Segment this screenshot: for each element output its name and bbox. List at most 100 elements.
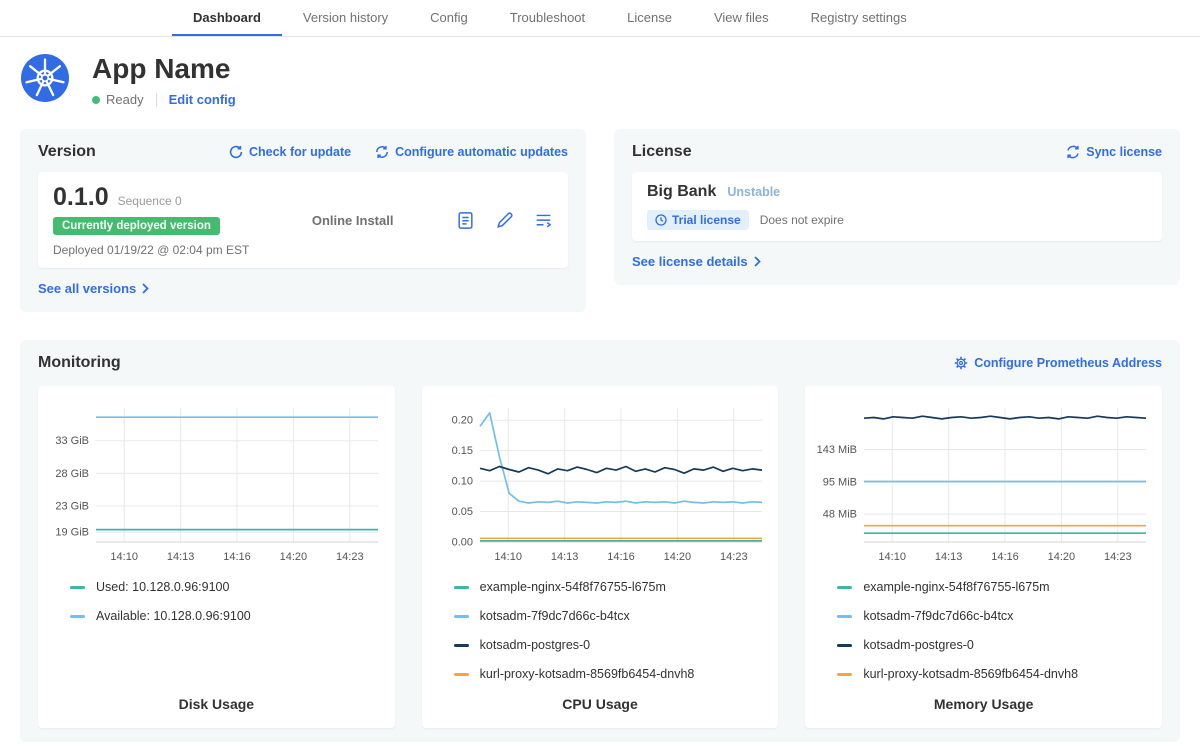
svg-text:14:13: 14:13 <box>167 551 195 563</box>
legend-swatch <box>454 644 469 647</box>
legend-label: kotsadm-7f9dc7d66c-b4tcx <box>863 609 1013 623</box>
legend-label: Available: 10.128.0.96:9100 <box>96 609 251 623</box>
legend-item: Available: 10.128.0.96:9100 <box>70 609 387 623</box>
legend-item: kotsadm-postgres-0 <box>837 638 1154 652</box>
memory-usage-legend: example-nginx-54f8f76755-l675m kotsadm-7f… <box>837 580 1154 696</box>
tab-dashboard[interactable]: Dashboard <box>172 0 282 36</box>
tab-view-files[interactable]: View files <box>693 0 790 36</box>
configure-automatic-updates-button[interactable]: Configure automatic updates <box>375 145 568 159</box>
trial-license-badge: Trial license <box>647 210 749 230</box>
svg-text:14:16: 14:16 <box>607 551 635 563</box>
tab-license[interactable]: License <box>606 0 693 36</box>
app-header: App Name Ready Edit config <box>0 37 1200 129</box>
deployed-badge: Currently deployed version <box>53 217 220 235</box>
svg-text:0.15: 0.15 <box>452 445 473 457</box>
see-all-versions-link[interactable]: See all versions <box>38 281 149 296</box>
version-number: 0.1.0 <box>53 183 109 212</box>
legend-swatch <box>837 673 852 676</box>
divider <box>156 93 157 107</box>
legend-item: example-nginx-54f8f76755-l675m <box>454 580 771 594</box>
disk-usage-chart-panel: 19 GiB23 GiB28 GiB33 GiB14:1014:1314:161… <box>38 386 395 728</box>
svg-text:14:10: 14:10 <box>494 551 522 563</box>
svg-text:14:10: 14:10 <box>878 551 906 563</box>
disk-usage-legend: Used: 10.128.0.96:9100 Available: 10.128.… <box>70 580 387 638</box>
tab-version-history[interactable]: Version history <box>282 0 409 36</box>
clock-icon <box>655 214 667 226</box>
version-card: Version Check for update <box>20 129 586 312</box>
legend-swatch <box>837 644 852 647</box>
svg-text:14:20: 14:20 <box>1047 551 1075 563</box>
legend-item: kotsadm-7f9dc7d66c-b4tcx <box>454 609 771 623</box>
tab-troubleshoot[interactable]: Troubleshoot <box>489 0 606 36</box>
top-navigation: Dashboard Version history Config Trouble… <box>0 0 1200 37</box>
cards-row: Version Check for update <box>0 129 1200 312</box>
configure-prometheus-button[interactable]: Configure Prometheus Address <box>954 356 1162 370</box>
sync-license-button[interactable]: Sync license <box>1066 145 1162 159</box>
gear-icon <box>954 356 968 370</box>
monitoring-title: Monitoring <box>38 354 121 372</box>
memory-usage-chart: 48 MiB95 MiB143 MiB14:1014:1314:1614:201… <box>814 398 1154 568</box>
cpu-usage-legend: example-nginx-54f8f76755-l675m kotsadm-7f… <box>454 580 771 696</box>
channel-label: Unstable <box>727 185 780 199</box>
deploy-logs-icon[interactable] <box>534 211 553 230</box>
svg-text:14:13: 14:13 <box>935 551 963 563</box>
kubernetes-logo-icon <box>20 53 70 103</box>
legend-item: kotsadm-postgres-0 <box>454 638 771 652</box>
refresh-icon <box>229 145 243 159</box>
legend-label: kotsadm-postgres-0 <box>480 638 590 652</box>
legend-label: example-nginx-54f8f76755-l675m <box>863 580 1049 594</box>
legend-item: kurl-proxy-kotsadm-8569fb6454-dnvh8 <box>837 667 1154 681</box>
customer-name: Big Bank <box>647 183 716 201</box>
chevron-right-icon <box>754 256 761 267</box>
check-for-update-label: Check for update <box>249 145 351 159</box>
tab-registry-settings[interactable]: Registry settings <box>790 0 928 36</box>
edit-config-link[interactable]: Edit config <box>169 92 236 107</box>
legend-label: example-nginx-54f8f76755-l675m <box>480 580 666 594</box>
app-title: App Name <box>92 53 236 85</box>
svg-text:14:20: 14:20 <box>664 551 692 563</box>
svg-text:33 GiB: 33 GiB <box>56 435 90 447</box>
chart-title: Disk Usage <box>46 696 387 714</box>
see-license-details-link[interactable]: See license details <box>632 254 761 269</box>
svg-text:0.05: 0.05 <box>452 506 473 518</box>
chart-title: CPU Usage <box>430 696 771 714</box>
legend-swatch <box>454 586 469 589</box>
deployed-timestamp: Deployed 01/19/22 @ 02:04 pm EST <box>53 243 249 257</box>
legend-label: Used: 10.128.0.96:9100 <box>96 580 229 594</box>
monitoring-card: Monitoring Configure Prometheus Address <box>20 340 1180 742</box>
legend-label: kotsadm-7f9dc7d66c-b4tcx <box>480 609 630 623</box>
expiry-label: Does not expire <box>760 213 844 227</box>
svg-text:14:10: 14:10 <box>111 551 139 563</box>
svg-text:19 GiB: 19 GiB <box>56 527 90 539</box>
tab-config[interactable]: Config <box>409 0 489 36</box>
svg-text:14:16: 14:16 <box>991 551 1019 563</box>
legend-item: example-nginx-54f8f76755-l675m <box>837 580 1154 594</box>
svg-text:95 MiB: 95 MiB <box>822 477 856 489</box>
install-type-label: Online Install <box>312 213 394 228</box>
configure-automatic-updates-label: Configure automatic updates <box>395 145 568 159</box>
disk-usage-chart: 19 GiB23 GiB28 GiB33 GiB14:1014:1314:161… <box>46 398 386 568</box>
legend-swatch <box>70 586 85 589</box>
svg-text:28 GiB: 28 GiB <box>56 468 90 480</box>
legend-item: kotsadm-7f9dc7d66c-b4tcx <box>837 609 1154 623</box>
chart-title: Memory Usage <box>813 696 1154 714</box>
sequence-label: Sequence 0 <box>118 194 182 208</box>
legend-label: kurl-proxy-kotsadm-8569fb6454-dnvh8 <box>863 667 1078 681</box>
see-license-details-label: See license details <box>632 254 748 269</box>
legend-label: kurl-proxy-kotsadm-8569fb6454-dnvh8 <box>480 667 695 681</box>
legend-item: Used: 10.128.0.96:9100 <box>70 580 387 594</box>
svg-text:23 GiB: 23 GiB <box>56 501 90 513</box>
license-box: Big Bank Unstable Trial license Does not… <box>632 172 1162 241</box>
sync-arrows-icon <box>1066 145 1080 159</box>
legend-swatch <box>454 615 469 618</box>
check-for-update-button[interactable]: Check for update <box>229 145 351 159</box>
preflight-checklist-icon[interactable] <box>456 211 475 230</box>
legend-swatch <box>70 615 85 618</box>
svg-text:143 MiB: 143 MiB <box>816 444 856 456</box>
version-card-title: Version <box>38 143 96 161</box>
legend-item: kurl-proxy-kotsadm-8569fb6454-dnvh8 <box>454 667 771 681</box>
sync-license-label: Sync license <box>1086 145 1162 159</box>
auto-update-icon <box>375 145 389 159</box>
svg-text:14:23: 14:23 <box>336 551 364 563</box>
edit-pen-icon[interactable] <box>495 211 514 230</box>
